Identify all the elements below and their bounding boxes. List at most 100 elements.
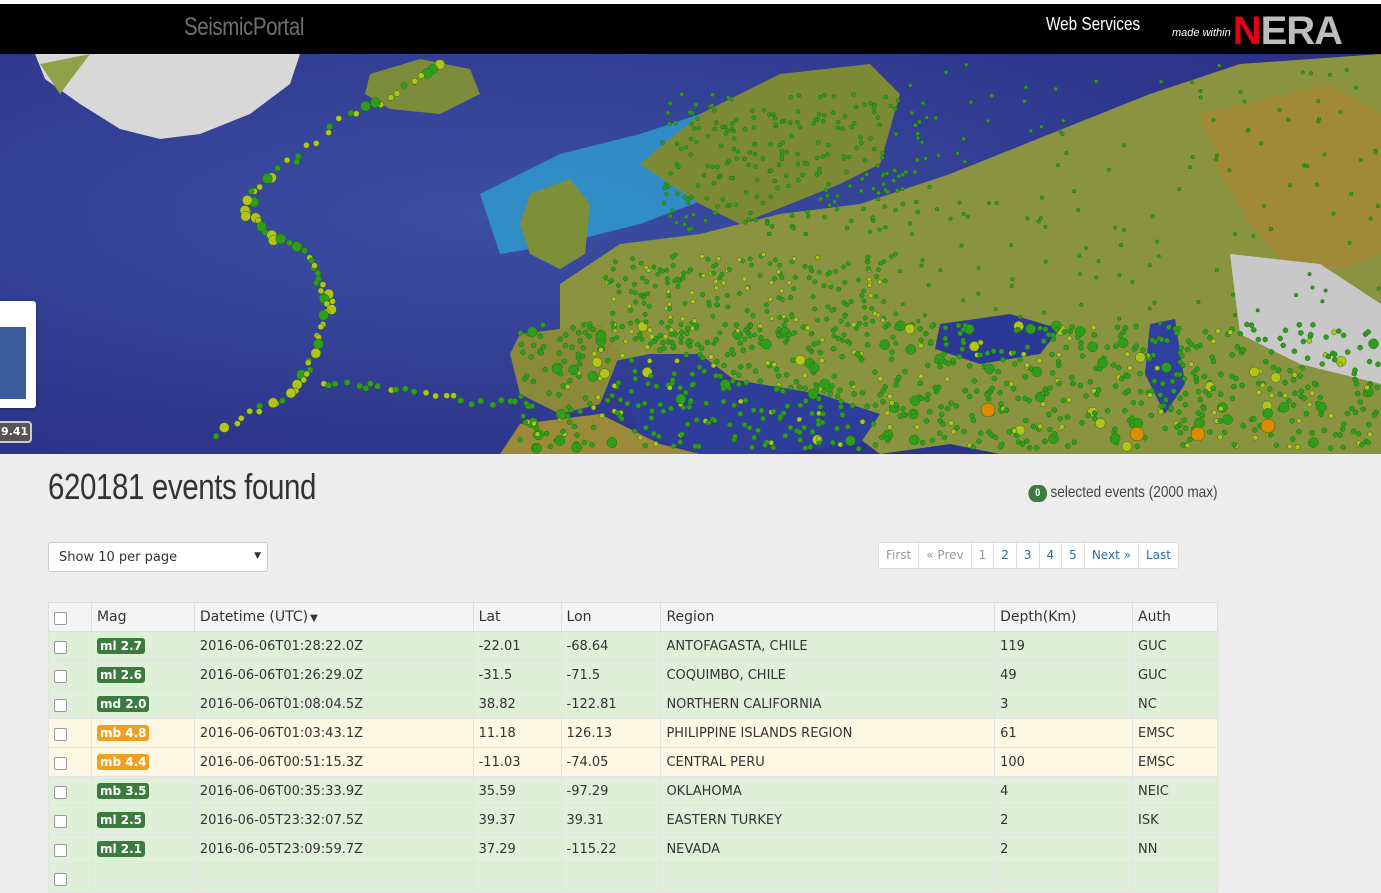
- quake-marker[interactable]: [705, 256, 711, 262]
- quake-marker[interactable]: [556, 392, 562, 398]
- quake-marker[interactable]: [802, 161, 808, 166]
- quake-marker[interactable]: [731, 136, 737, 141]
- quake-marker[interactable]: [1270, 364, 1277, 371]
- quake-marker[interactable]: [918, 373, 924, 380]
- quake-marker[interactable]: [864, 342, 871, 348]
- quake-marker[interactable]: [773, 122, 778, 127]
- quake-marker[interactable]: [1079, 420, 1085, 426]
- quake-marker[interactable]: [312, 140, 320, 147]
- quake-marker[interactable]: [749, 262, 754, 268]
- quake-marker[interactable]: [729, 126, 735, 132]
- quake-marker[interactable]: [967, 363, 973, 369]
- quake-marker[interactable]: [705, 134, 711, 139]
- quake-marker[interactable]: [834, 206, 840, 212]
- quake-marker[interactable]: [1337, 361, 1344, 368]
- quake-marker[interactable]: [887, 424, 893, 430]
- quake-marker[interactable]: [293, 158, 300, 166]
- quake-marker[interactable]: [701, 172, 707, 178]
- quake-marker[interactable]: [772, 116, 778, 121]
- quake-marker[interactable]: [610, 310, 616, 316]
- quake-marker[interactable]: [800, 172, 805, 178]
- quake-marker[interactable]: [771, 112, 776, 117]
- quake-marker[interactable]: [1064, 414, 1071, 420]
- quake-marker[interactable]: [1090, 324, 1097, 331]
- quake-marker[interactable]: [812, 306, 818, 312]
- quake-marker[interactable]: [989, 93, 994, 98]
- quake-marker[interactable]: [522, 419, 528, 426]
- quake-marker[interactable]: [1042, 326, 1049, 333]
- quake-marker[interactable]: [1042, 438, 1048, 445]
- quake-marker[interactable]: [959, 243, 964, 248]
- quake-marker[interactable]: [748, 210, 753, 216]
- quake-marker[interactable]: [1373, 150, 1378, 155]
- quake-marker[interactable]: [410, 388, 418, 395]
- quake-marker[interactable]: [937, 363, 943, 370]
- quake-marker[interactable]: [870, 318, 876, 324]
- quake-marker[interactable]: [771, 408, 777, 415]
- quake-marker[interactable]: [681, 270, 687, 276]
- quake-marker[interactable]: [937, 418, 943, 424]
- quake-marker[interactable]: [1195, 388, 1202, 395]
- quake-marker[interactable]: [1300, 338, 1307, 345]
- quake-marker[interactable]: [1210, 338, 1217, 345]
- quake-marker[interactable]: [806, 275, 812, 281]
- quake-marker[interactable]: [645, 380, 651, 387]
- quake-marker[interactable]: [704, 196, 709, 201]
- quake-marker[interactable]: [1252, 434, 1259, 441]
- quake-marker[interactable]: [674, 141, 680, 147]
- quake-marker[interactable]: [638, 260, 644, 266]
- quake-marker[interactable]: [788, 94, 794, 100]
- quake-marker[interactable]: [240, 210, 251, 222]
- quake-marker[interactable]: [1093, 391, 1100, 398]
- quake-marker[interactable]: [604, 357, 611, 364]
- quake-marker[interactable]: [546, 390, 552, 396]
- quake-marker[interactable]: [1087, 341, 1098, 353]
- quake-marker[interactable]: [1286, 443, 1293, 450]
- quake-marker[interactable]: [1079, 302, 1084, 307]
- quake-marker[interactable]: [736, 381, 742, 387]
- quake-marker[interactable]: [1164, 337, 1170, 344]
- quake-marker[interactable]: [998, 401, 1004, 407]
- quake-marker[interactable]: [1128, 422, 1135, 429]
- quake-marker[interactable]: [581, 439, 588, 446]
- quake-marker[interactable]: [664, 276, 670, 282]
- col-lon[interactable]: Lon: [560, 602, 662, 632]
- quake-marker[interactable]: [517, 330, 524, 336]
- quake-marker[interactable]: [356, 382, 363, 390]
- quake-marker[interactable]: [815, 155, 820, 161]
- quake-marker[interactable]: [1008, 381, 1015, 387]
- quake-marker[interactable]: [1209, 354, 1215, 360]
- quake-marker[interactable]: [1094, 275, 1099, 280]
- quake-marker[interactable]: [915, 135, 920, 140]
- quake-marker[interactable]: [367, 380, 374, 387]
- quake-marker[interactable]: [948, 400, 954, 406]
- quake-marker[interactable]: [711, 180, 717, 186]
- quake-marker[interactable]: [688, 136, 694, 142]
- quake-marker[interactable]: [1091, 415, 1098, 422]
- quake-marker[interactable]: [301, 247, 308, 254]
- quake-marker[interactable]: [1250, 327, 1257, 333]
- quake-marker[interactable]: [859, 140, 864, 146]
- quake-marker[interactable]: [1375, 204, 1380, 209]
- quake-marker[interactable]: [1055, 162, 1061, 168]
- quake-marker[interactable]: [845, 322, 851, 327]
- quake-marker[interactable]: [1328, 412, 1334, 419]
- quake-marker[interactable]: [828, 284, 834, 290]
- quake-marker[interactable]: [955, 151, 960, 156]
- quake-marker[interactable]: [675, 283, 681, 289]
- quake-marker[interactable]: [734, 156, 739, 161]
- quake-marker[interactable]: [606, 437, 618, 448]
- quake-marker[interactable]: [959, 346, 966, 352]
- quake-marker[interactable]: [1344, 67, 1349, 73]
- quake-marker[interactable]: [948, 420, 954, 426]
- quake-marker[interactable]: [854, 351, 861, 357]
- quake-marker[interactable]: [721, 280, 727, 286]
- quake-marker[interactable]: [679, 92, 685, 97]
- quake-marker[interactable]: [961, 211, 966, 216]
- row-checkbox[interactable]: [54, 814, 67, 828]
- quake-marker[interactable]: [769, 316, 775, 321]
- quake-marker[interactable]: [893, 311, 899, 317]
- quake-marker[interactable]: [923, 156, 928, 161]
- quake-marker[interactable]: [867, 283, 873, 288]
- quake-marker[interactable]: [813, 385, 820, 392]
